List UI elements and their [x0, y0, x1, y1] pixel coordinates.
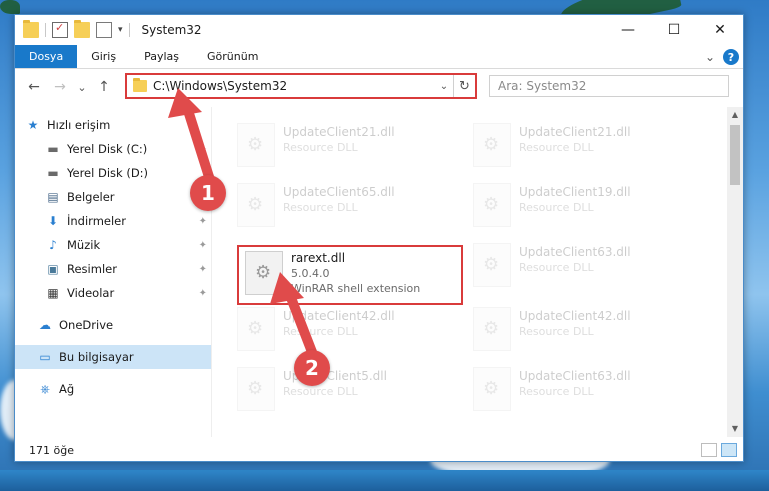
callout-step-2: 2	[294, 350, 330, 386]
annotation-arrows	[168, 88, 317, 357]
arrow-to-rarext	[270, 272, 317, 357]
arrow-to-address-bar	[168, 88, 215, 185]
callout-step-1: 1	[190, 175, 226, 211]
